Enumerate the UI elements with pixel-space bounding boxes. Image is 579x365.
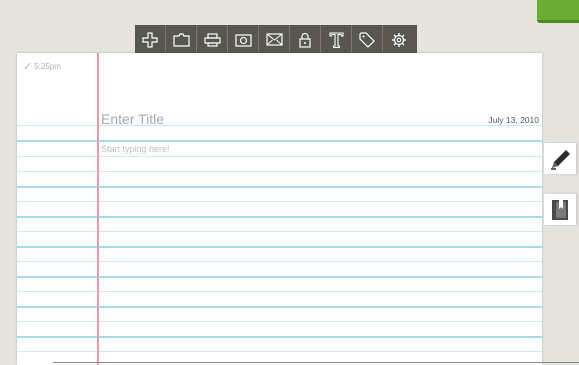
toolbar <box>135 25 417 54</box>
paper-rule <box>17 246 542 248</box>
margin-line <box>97 53 99 365</box>
corner-tab[interactable] <box>537 0 579 23</box>
paper-rule <box>17 261 542 262</box>
folder-icon <box>172 32 190 47</box>
paper-rule <box>17 291 542 292</box>
notebook-icon <box>552 199 568 220</box>
tag-icon <box>359 31 375 48</box>
note-paper[interactable]: ✓ 5:25pm July 13, 2010 <box>17 53 542 365</box>
notebook-button[interactable] <box>544 194 576 225</box>
print-button[interactable] <box>197 25 228 54</box>
paper-rule <box>17 231 542 232</box>
lock-button[interactable] <box>290 25 321 54</box>
mail-icon <box>265 33 283 46</box>
paper-rule <box>17 171 542 172</box>
lock-icon <box>299 32 311 48</box>
paper-rule <box>17 336 542 338</box>
folder-button[interactable] <box>166 25 197 54</box>
camera-button[interactable] <box>228 25 259 54</box>
font-button[interactable] <box>321 25 352 54</box>
settings-button[interactable] <box>383 25 414 54</box>
pencil-button[interactable] <box>544 143 576 174</box>
saved-status: ✓ 5:25pm <box>23 60 61 73</box>
paper-rule <box>17 140 542 142</box>
bottom-divider <box>53 362 579 363</box>
add-icon <box>142 31 158 48</box>
tag-button[interactable] <box>352 25 383 54</box>
saved-time: 5:25pm <box>34 62 61 71</box>
paper-rule <box>17 186 542 188</box>
camera-icon <box>234 33 252 47</box>
paper-rule <box>17 216 542 218</box>
pencil-icon <box>551 149 570 170</box>
print-icon <box>203 32 221 47</box>
paper-rule <box>17 276 542 278</box>
paper-rule <box>17 321 542 322</box>
paper-rule <box>17 201 542 202</box>
title-input[interactable] <box>101 111 361 127</box>
note-body-input[interactable] <box>101 144 521 158</box>
settings-icon <box>391 32 406 47</box>
mail-button[interactable] <box>259 25 290 54</box>
add-button[interactable] <box>135 25 166 54</box>
paper-rule <box>17 306 542 308</box>
paper-rule <box>17 351 542 352</box>
font-icon <box>328 31 344 48</box>
checkmark-icon: ✓ <box>23 61 33 73</box>
note-date: July 13, 2010 <box>488 115 539 125</box>
